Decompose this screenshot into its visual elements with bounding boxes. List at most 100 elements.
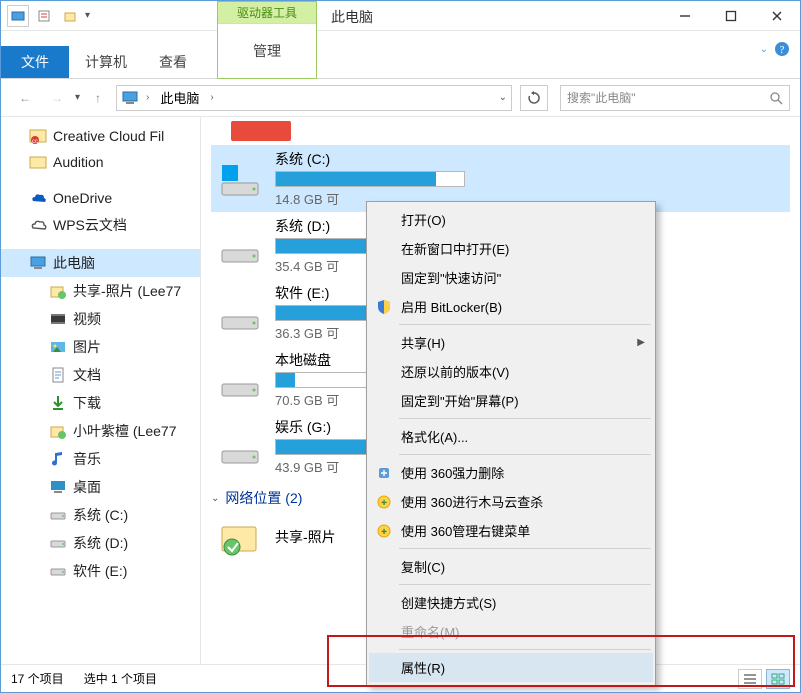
chevron-right-icon[interactable]: › xyxy=(207,92,216,103)
shield-icon xyxy=(375,298,393,316)
youku-thumbnail xyxy=(231,121,291,141)
menu-item: 重命名(M) xyxy=(369,617,653,646)
tree-item-label: 共享-照片 (Lee77 xyxy=(73,281,181,301)
chevron-down-icon: ⌄ xyxy=(211,493,219,504)
menu-item[interactable]: 复制(C) xyxy=(369,552,653,581)
video-icon xyxy=(49,310,67,328)
drive-icon xyxy=(215,158,265,200)
menu-item-label: 创建快捷方式(S) xyxy=(401,593,496,612)
tab-computer[interactable]: 计算机 xyxy=(69,46,143,78)
contextual-tab-group: 驱动器工具 管理 xyxy=(217,1,317,79)
360del-icon xyxy=(375,464,393,482)
svg-text:?: ? xyxy=(780,44,785,56)
cc-icon: cc xyxy=(29,127,47,145)
menu-item[interactable]: ✚使用 360进行木马云查杀 xyxy=(369,487,653,516)
menu-item[interactable]: 使用 360强力删除 xyxy=(369,458,653,487)
music-icon xyxy=(49,450,67,468)
recent-locations-icon[interactable]: ▾ xyxy=(75,92,80,103)
tree-item[interactable]: 文档 xyxy=(1,361,200,389)
address-bar[interactable]: › 此电脑 › ⌄ xyxy=(116,85,512,111)
capacity-bar xyxy=(275,171,465,187)
qat-newfolder-icon[interactable] xyxy=(59,5,81,27)
menu-item[interactable]: 创建快捷方式(S) xyxy=(369,588,653,617)
qat-dropdown-icon[interactable]: ▾ xyxy=(85,10,90,21)
tree-item[interactable]: Audition xyxy=(1,149,200,175)
menu-item[interactable]: 属性(R) xyxy=(369,653,653,682)
tree-item[interactable]: 此电脑 xyxy=(1,249,200,277)
docs-icon xyxy=(49,366,67,384)
tree-item[interactable]: 桌面 xyxy=(1,473,200,501)
menu-item[interactable]: 在新窗口中打开(E) xyxy=(369,234,653,263)
back-button[interactable]: ← xyxy=(11,84,39,112)
up-button[interactable]: ↑ xyxy=(84,84,112,112)
search-placeholder: 搜索"此电脑" xyxy=(567,89,636,106)
tree-item[interactable]: 系统 (D:) xyxy=(1,529,200,557)
forward-button[interactable]: → xyxy=(43,84,71,112)
drive-icon xyxy=(49,534,67,552)
tree-item[interactable]: 软件 (E:) xyxy=(1,557,200,585)
tab-manage[interactable]: 管理 xyxy=(218,23,316,78)
address-dropdown-icon[interactable]: ⌄ xyxy=(499,92,507,103)
tree-item[interactable]: 视频 xyxy=(1,305,200,333)
minimize-button[interactable] xyxy=(662,1,708,30)
menu-item-label: 在新窗口中打开(E) xyxy=(401,239,509,258)
help-icon[interactable]: ? xyxy=(774,41,790,57)
tree-item[interactable]: 共享-照片 (Lee77 xyxy=(1,277,200,305)
tree-item[interactable]: ccCreative Cloud Fil xyxy=(1,123,200,149)
menu-item[interactable]: 固定到"开始"屏幕(P) xyxy=(369,386,653,415)
tiles-view-button[interactable] xyxy=(766,669,790,689)
menu-item[interactable]: 格式化(A)... xyxy=(369,422,653,451)
tree-item[interactable]: WPS云文档 xyxy=(1,211,200,239)
menu-separator xyxy=(399,418,651,419)
drive-icon xyxy=(215,225,265,267)
refresh-button[interactable] xyxy=(520,85,548,111)
menu-item-label: 格式化(A)... xyxy=(401,427,468,446)
qat-properties-icon[interactable] xyxy=(33,5,55,27)
tree-item-label: 系统 (D:) xyxy=(73,533,128,553)
explorer-window: ▾ 文件 计算机 查看 驱动器工具 管理 此电脑 ⌄ ? ← → ▾ ↑ › 此… xyxy=(0,0,801,693)
details-view-button[interactable] xyxy=(738,669,762,689)
menu-item-label: 打开(O) xyxy=(401,210,446,229)
context-menu: 打开(O) 在新窗口中打开(E) 固定到"快速访问" 启用 BitLocker(B) 共… xyxy=(366,201,656,686)
tree-item[interactable]: OneDrive xyxy=(1,185,200,211)
navigation-pane[interactable]: ccCreative Cloud Fil Audition OneDrive WPS云… xyxy=(1,117,201,664)
maximize-button[interactable] xyxy=(708,1,754,30)
menu-item-label: 固定到"快速访问" xyxy=(401,268,501,287)
tree-item-label: 图片 xyxy=(73,337,101,357)
search-input[interactable]: 搜索"此电脑" xyxy=(560,85,790,111)
menu-separator xyxy=(399,649,651,650)
tree-item[interactable]: 小叶紫檀 (Lee77 xyxy=(1,417,200,445)
svg-text:✚: ✚ xyxy=(381,528,387,536)
menu-item[interactable]: 还原以前的版本(V) xyxy=(369,357,653,386)
breadcrumb-root[interactable]: 此电脑 xyxy=(156,88,203,107)
tree-item[interactable]: 系统 (C:) xyxy=(1,501,200,529)
tree-item-label: Audition xyxy=(53,154,104,170)
share-icon xyxy=(49,422,67,440)
navigation-bar: ← → ▾ ↑ › 此电脑 › ⌄ 搜索"此电脑" xyxy=(1,79,800,117)
tab-view[interactable]: 查看 xyxy=(143,46,203,78)
menu-item[interactable]: ✚ 使用 360管理右键菜单 xyxy=(369,516,653,545)
menu-item[interactable]: 启用 BitLocker(B) xyxy=(369,292,653,321)
tree-item-label: 视频 xyxy=(73,309,101,329)
tree-item[interactable]: 音乐 xyxy=(1,445,200,473)
close-button[interactable] xyxy=(754,1,800,30)
drive-icon xyxy=(215,426,265,468)
menu-item-label: 固定到"开始"屏幕(P) xyxy=(401,391,519,410)
chevron-right-icon[interactable]: › xyxy=(143,92,152,103)
tree-item[interactable]: 下载 xyxy=(1,389,200,417)
menu-item[interactable]: 打开(O) xyxy=(369,205,653,234)
pictures-icon xyxy=(49,338,67,356)
menu-item[interactable]: 共享(H)▶ xyxy=(369,328,653,357)
menu-item-label: 使用 360管理右键菜单 xyxy=(401,521,530,540)
system-menu-icon[interactable] xyxy=(7,5,29,27)
menu-item[interactable]: 固定到"快速访问" xyxy=(369,263,653,292)
svg-text:✚: ✚ xyxy=(381,499,387,507)
menu-item-label: 使用 360强力删除 xyxy=(401,463,504,482)
tree-item[interactable]: 图片 xyxy=(1,333,200,361)
menu-item-label: 属性(R) xyxy=(401,658,445,677)
tree-item-label: 音乐 xyxy=(73,449,101,469)
file-tab[interactable]: 文件 xyxy=(1,46,69,78)
tree-item-label: OneDrive xyxy=(53,190,112,206)
menu-separator xyxy=(399,324,651,325)
ribbon-collapse-icon[interactable]: ⌄ xyxy=(760,44,768,55)
